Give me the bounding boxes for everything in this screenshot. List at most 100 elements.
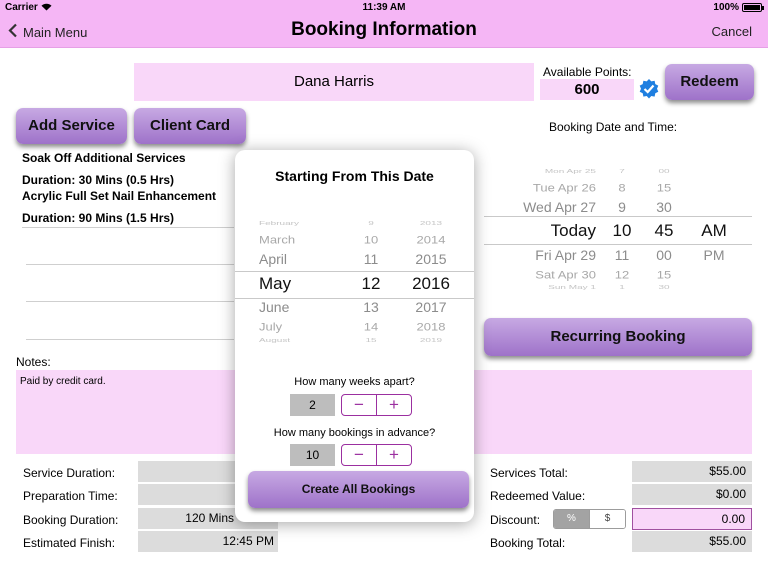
picker-row[interactable]: Fri Apr 29 11 00 PM bbox=[484, 247, 752, 263]
picker-day: Today bbox=[550, 221, 596, 240]
picker-month: April bbox=[259, 251, 288, 267]
verified-check-icon bbox=[638, 78, 660, 100]
picker-hour: 8 bbox=[618, 181, 626, 194]
create-all-bookings-button[interactable]: Create All Bookings bbox=[248, 471, 469, 508]
picker-ampm bbox=[688, 168, 740, 174]
picker-month: August bbox=[259, 337, 291, 344]
advance-increment-button[interactable]: + bbox=[376, 445, 411, 465]
picker-day: 9 bbox=[368, 220, 374, 227]
list-divider bbox=[26, 264, 234, 265]
picker-hour: 12 bbox=[614, 268, 630, 281]
start-date-picker[interactable]: February 9 2013 March 10 2014 April 11 2… bbox=[235, 216, 474, 348]
picker-year: 2016 bbox=[412, 274, 450, 293]
client-name-field[interactable]: Dana Harris bbox=[134, 63, 534, 101]
picker-year: 2015 bbox=[415, 251, 447, 267]
battery-percent: 100% bbox=[713, 2, 739, 13]
picker-ampm bbox=[688, 199, 740, 215]
booking-datetime-picker[interactable]: Mon Apr 25 7 00 Tue Apr 26 8 15 Wed Apr … bbox=[484, 160, 752, 296]
picker-row[interactable]: Sun May 1 1 30 bbox=[484, 284, 752, 290]
status-time: 11:39 AM bbox=[362, 2, 406, 13]
redeemed-value: $0.00 bbox=[632, 484, 752, 505]
weeks-decrement-button[interactable]: − bbox=[342, 395, 376, 415]
services-total-value: $55.00 bbox=[632, 461, 752, 482]
picker-hour: 7 bbox=[619, 168, 625, 175]
picker-hour: 10 bbox=[612, 221, 632, 240]
picker-ampm: AM bbox=[701, 221, 727, 240]
status-bar: Carrier 11:39 AM 100% bbox=[0, 0, 768, 16]
picker-row[interactable]: April 11 2015 bbox=[235, 251, 474, 267]
discount-dollar-segment[interactable]: $ bbox=[589, 510, 625, 528]
available-points-label: Available Points: bbox=[543, 65, 632, 79]
picker-row[interactable]: August 15 2019 bbox=[235, 337, 474, 343]
picker-minute: 30 bbox=[656, 199, 672, 215]
recurring-booking-button[interactable]: Recurring Booking bbox=[484, 318, 752, 356]
service-name[interactable]: Acrylic Full Set Nail Enhancement bbox=[22, 189, 216, 203]
cancel-button[interactable]: Cancel bbox=[712, 24, 752, 39]
picker-year: 2017 bbox=[415, 299, 447, 315]
picker-row[interactable]: Mon Apr 25 7 00 bbox=[484, 168, 752, 174]
list-divider bbox=[22, 227, 234, 228]
battery-icon bbox=[742, 3, 764, 12]
add-service-button[interactable]: Add Service bbox=[16, 108, 127, 144]
weeks-apart-stepper[interactable]: − + bbox=[341, 394, 412, 416]
picker-ampm bbox=[688, 181, 740, 194]
picker-month: February bbox=[259, 220, 300, 227]
picker-row[interactable]: July 14 2018 bbox=[235, 320, 474, 333]
list-divider bbox=[26, 339, 234, 340]
redeem-button[interactable]: Redeem bbox=[665, 64, 754, 100]
preparation-time-label: Preparation Time: bbox=[23, 489, 118, 503]
booking-total-value: $55.00 bbox=[632, 531, 752, 552]
picker-day: 15 bbox=[365, 337, 377, 344]
navigation-bar: Main Menu Booking Information Cancel bbox=[0, 16, 768, 48]
picker-day: Wed Apr 27 bbox=[523, 199, 596, 215]
picker-month: July bbox=[259, 320, 283, 333]
picker-row[interactable]: Tue Apr 26 8 15 bbox=[484, 181, 752, 194]
picker-minute: 00 bbox=[656, 247, 672, 263]
picker-ampm bbox=[688, 284, 740, 290]
discount-type-segmented-control[interactable]: % $ bbox=[553, 509, 626, 529]
picker-year: 2014 bbox=[416, 233, 446, 246]
bookings-in-advance-value: 10 bbox=[290, 444, 335, 466]
picker-row-selected[interactable]: May 12 2016 bbox=[235, 274, 474, 294]
booking-total-label: Booking Total: bbox=[490, 536, 566, 550]
picker-day: 11 bbox=[363, 251, 379, 267]
picker-hour: 11 bbox=[614, 247, 630, 263]
picker-row[interactable]: February 9 2013 bbox=[235, 220, 474, 226]
battery-group: 100% bbox=[713, 2, 764, 13]
recurring-booking-popover: Starting From This Date February 9 2013 … bbox=[235, 150, 474, 522]
picker-year: 2019 bbox=[419, 337, 443, 344]
picker-day: Sat Apr 30 bbox=[535, 268, 596, 281]
service-name[interactable]: Soak Off Additional Services bbox=[22, 151, 186, 165]
picker-day: Tue Apr 26 bbox=[532, 181, 596, 194]
picker-day: 12 bbox=[361, 274, 381, 293]
discount-input[interactable]: 0.00 bbox=[632, 508, 752, 530]
picker-row[interactable]: March 10 2014 bbox=[235, 233, 474, 246]
client-card-button[interactable]: Client Card bbox=[134, 108, 246, 144]
picker-row[interactable]: June 13 2017 bbox=[235, 299, 474, 315]
estimated-finish-label: Estimated Finish: bbox=[23, 536, 116, 550]
picker-day: Fri Apr 29 bbox=[535, 247, 596, 263]
weeks-increment-button[interactable]: + bbox=[376, 395, 411, 415]
list-divider bbox=[26, 301, 234, 302]
advance-decrement-button[interactable]: − bbox=[342, 445, 376, 465]
service-duration: Duration: 30 Mins (0.5 Hrs) bbox=[22, 173, 175, 187]
picker-year: 2018 bbox=[416, 320, 446, 333]
picker-ampm: PM bbox=[703, 247, 725, 263]
notes-label: Notes: bbox=[16, 355, 51, 369]
bookings-in-advance-stepper[interactable]: − + bbox=[341, 444, 412, 466]
picker-minute: 00 bbox=[658, 168, 670, 175]
service-duration: Duration: 90 Mins (1.5 Hrs) bbox=[22, 211, 175, 225]
service-duration-label: Service Duration: bbox=[23, 466, 116, 480]
picker-row[interactable]: Sat Apr 30 12 15 bbox=[484, 268, 752, 281]
picker-day: 14 bbox=[363, 320, 379, 333]
picker-day: Sun May 1 bbox=[548, 284, 596, 291]
popover-title: Starting From This Date bbox=[275, 168, 434, 184]
discount-percent-segment[interactable]: % bbox=[554, 510, 589, 528]
picker-row[interactable]: Wed Apr 27 9 30 bbox=[484, 199, 752, 215]
picker-ampm bbox=[688, 268, 740, 281]
picker-day: 13 bbox=[363, 299, 379, 315]
picker-year: 2013 bbox=[419, 220, 443, 227]
picker-row-selected[interactable]: Today 10 45 AM bbox=[484, 221, 752, 241]
picker-minute: 15 bbox=[656, 268, 672, 281]
picker-hour: 9 bbox=[618, 199, 626, 215]
